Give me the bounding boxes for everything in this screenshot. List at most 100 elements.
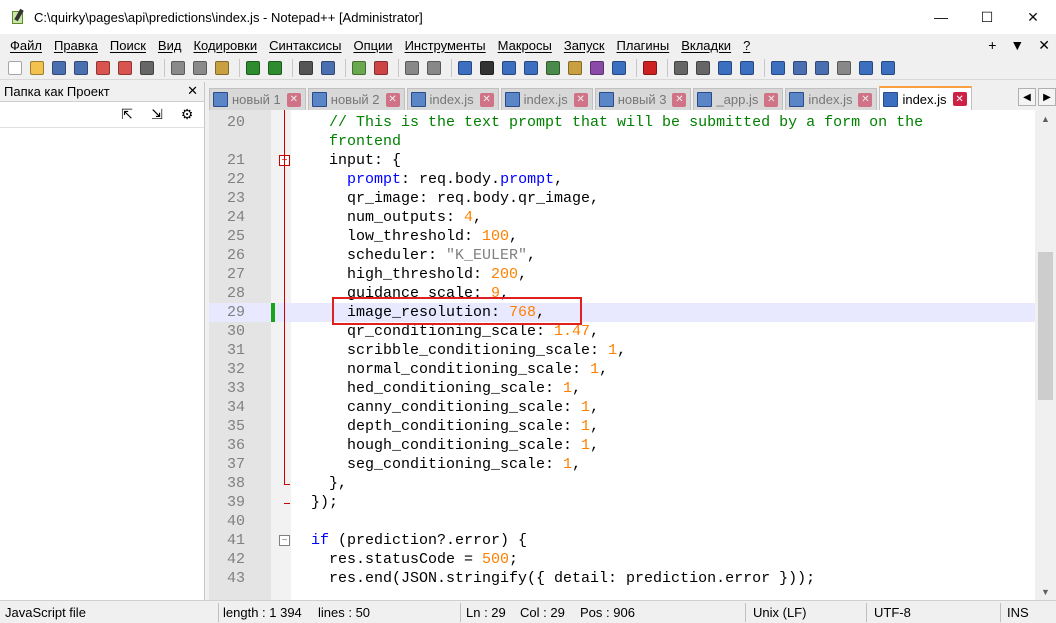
- scroll-thumb[interactable]: [1038, 252, 1053, 400]
- sync-v-icon[interactable]: [403, 59, 421, 77]
- tab-close-icon[interactable]: ✕: [672, 92, 687, 107]
- close-window-button[interactable]: ✕: [1010, 0, 1056, 34]
- menu-item-10[interactable]: Плагины: [611, 38, 676, 53]
- close-tab-button[interactable]: ✕: [1038, 37, 1050, 54]
- scroll-up-arrow-icon[interactable]: ▲: [1035, 110, 1056, 127]
- code-line[interactable]: 36 hough_conditioning_scale: 1,: [209, 436, 1035, 455]
- tab-scroll-right-icon[interactable]: ▶: [1038, 88, 1056, 106]
- menu-item-8[interactable]: Макросы: [492, 38, 558, 53]
- close-all-icon[interactable]: [116, 59, 134, 77]
- code-line[interactable]: 26 scheduler: "K_EULER",: [209, 246, 1035, 265]
- indent-guide-icon[interactable]: [500, 59, 518, 77]
- menu-item-0[interactable]: Файл: [4, 38, 48, 53]
- code-line[interactable]: 31 scribble_conditioning_scale: 1,: [209, 341, 1035, 360]
- replace-icon[interactable]: [319, 59, 337, 77]
- menu-item-6[interactable]: Опции: [347, 38, 398, 53]
- menu-item-11[interactable]: Вкладки: [675, 38, 737, 53]
- zoom-in-icon[interactable]: [350, 59, 368, 77]
- open-file-icon[interactable]: [28, 59, 46, 77]
- save-macro-icon[interactable]: [738, 59, 756, 77]
- document-tab-5[interactable]: _app.js ✕: [693, 88, 784, 110]
- code-line[interactable]: 25 low_threshold: 100,: [209, 227, 1035, 246]
- minimize-button[interactable]: —: [918, 0, 964, 34]
- code-line[interactable]: 32 normal_conditioning_scale: 1,: [209, 360, 1035, 379]
- fold-toggle-icon[interactable]: −: [279, 535, 290, 546]
- play-macro-icon[interactable]: [694, 59, 712, 77]
- save-icon[interactable]: [50, 59, 68, 77]
- code-line[interactable]: 43 res.end(JSON.stringify({ detail: pred…: [209, 569, 1035, 588]
- folder-workspace-icon[interactable]: [588, 59, 606, 77]
- vertical-scrollbar[interactable]: ▲ ▼: [1035, 110, 1056, 600]
- document-tab-2[interactable]: index.js ✕: [406, 88, 499, 110]
- code-line[interactable]: 24 num_outputs: 4,: [209, 208, 1035, 227]
- code-line[interactable]: 37 seg_conditioning_scale: 1,: [209, 455, 1035, 474]
- code-line[interactable]: 22 prompt: req.body.prompt,: [209, 170, 1035, 189]
- diff-icon[interactable]: [813, 59, 831, 77]
- menu-item-7[interactable]: Инструменты: [399, 38, 492, 53]
- menu-item-1[interactable]: Правка: [48, 38, 104, 53]
- paste-icon[interactable]: [213, 59, 231, 77]
- down-icon[interactable]: [879, 59, 897, 77]
- code-line[interactable]: 21 input: {: [209, 151, 1035, 170]
- collapse-all-icon[interactable]: ⇲: [148, 106, 166, 124]
- menu-item-4[interactable]: Кодировки: [187, 38, 263, 53]
- code-line[interactable]: 27 high_threshold: 200,: [209, 265, 1035, 284]
- expand-all-icon[interactable]: ⇱: [118, 106, 136, 124]
- new-file-icon[interactable]: [6, 59, 24, 77]
- code-line[interactable]: 20 // This is the text prompt that will …: [209, 113, 1035, 132]
- code-line[interactable]: 33 hed_conditioning_scale: 1,: [209, 379, 1035, 398]
- clear-icon[interactable]: [835, 59, 853, 77]
- copy-icon[interactable]: [191, 59, 209, 77]
- new-tab-button[interactable]: +: [988, 37, 996, 53]
- menu-item-3[interactable]: Вид: [152, 38, 188, 53]
- redo-icon[interactable]: [266, 59, 284, 77]
- print-icon[interactable]: [138, 59, 156, 77]
- document-tab-7[interactable]: index.js ✕: [879, 86, 972, 110]
- maximize-button[interactable]: ☐: [964, 0, 1010, 34]
- document-tab-1[interactable]: новый 2 ✕: [307, 88, 405, 110]
- menu-item-12[interactable]: ?: [737, 38, 756, 53]
- code-line[interactable]: 40: [209, 512, 1035, 531]
- spell-icon[interactable]: [769, 59, 787, 77]
- code-line[interactable]: 23 qr_image: req.body.qr_image,: [209, 189, 1035, 208]
- code-line[interactable]: 34 canny_conditioning_scale: 1,: [209, 398, 1035, 417]
- tab-close-icon[interactable]: ✕: [286, 92, 301, 107]
- play-multi-icon[interactable]: [716, 59, 734, 77]
- code-editor[interactable]: 20 // This is the text prompt that will …: [209, 110, 1035, 600]
- document-tab-4[interactable]: новый 3 ✕: [594, 88, 692, 110]
- code-line[interactable]: 41 if (prediction?.error) {: [209, 531, 1035, 550]
- compare-icon[interactable]: [791, 59, 809, 77]
- code-line[interactable]: 39 });: [209, 493, 1035, 512]
- up-icon[interactable]: [857, 59, 875, 77]
- menu-item-2[interactable]: Поиск: [104, 38, 152, 53]
- monitor-icon[interactable]: [610, 59, 628, 77]
- scroll-down-arrow-icon[interactable]: ▼: [1035, 583, 1056, 600]
- tab-close-icon[interactable]: ✕: [764, 92, 779, 107]
- code-line[interactable]: frontend: [209, 132, 1035, 151]
- status-insert-mode[interactable]: INS: [1007, 605, 1029, 620]
- tab-close-icon[interactable]: ✕: [479, 92, 494, 107]
- doc-map-icon[interactable]: [544, 59, 562, 77]
- locate-file-icon[interactable]: ⚙: [178, 106, 196, 124]
- func-list-icon[interactable]: [566, 59, 584, 77]
- document-tab-3[interactable]: index.js ✕: [500, 88, 593, 110]
- status-encoding[interactable]: UTF-8: [874, 605, 911, 620]
- menu-item-9[interactable]: Запуск: [558, 38, 611, 53]
- document-tab-6[interactable]: index.js ✕: [785, 88, 878, 110]
- save-all-icon[interactable]: [72, 59, 90, 77]
- status-eol[interactable]: Unix (LF): [753, 605, 806, 620]
- cut-icon[interactable]: [169, 59, 187, 77]
- tab-close-icon[interactable]: ✕: [573, 92, 588, 107]
- tab-scroll-left-icon[interactable]: ◀: [1018, 88, 1036, 106]
- all-chars-icon[interactable]: [478, 59, 496, 77]
- udl-icon[interactable]: [522, 59, 540, 77]
- menu-item-5[interactable]: Синтаксисы: [263, 38, 347, 53]
- tab-close-icon[interactable]: ✕: [858, 92, 873, 107]
- stop-macro-icon[interactable]: [672, 59, 690, 77]
- tab-close-icon[interactable]: ✕: [952, 92, 967, 106]
- zoom-out-icon[interactable]: [372, 59, 390, 77]
- panel-close-button[interactable]: ✕: [187, 83, 198, 99]
- sync-h-icon[interactable]: [425, 59, 443, 77]
- undo-icon[interactable]: [244, 59, 262, 77]
- wrap-icon[interactable]: [456, 59, 474, 77]
